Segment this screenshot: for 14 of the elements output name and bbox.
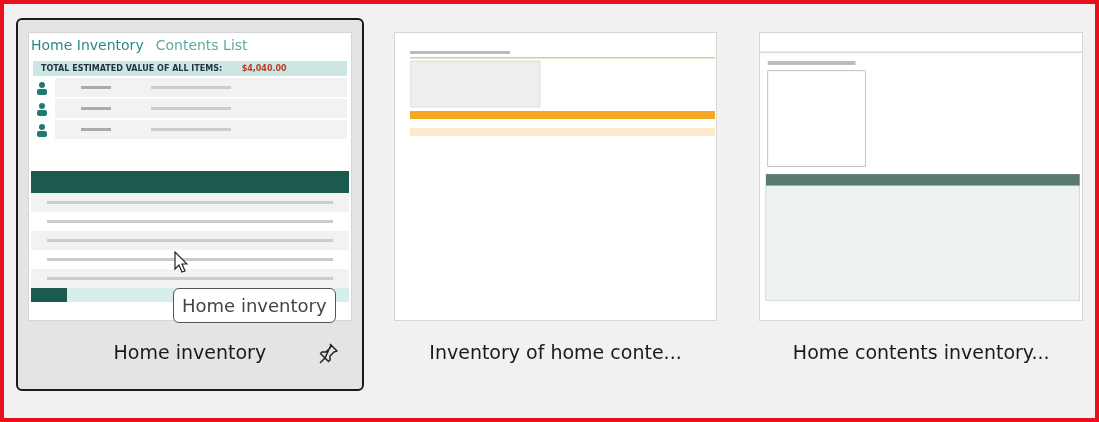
contact-icon [35,101,49,116]
contact-icon [35,122,49,137]
preview-heading: Home Inventory [31,37,144,53]
template-title: Home contents inventory... [792,341,1050,363]
total-value: $4,040.00 [241,64,287,73]
tooltip: Home inventory [173,288,336,323]
contact-icon [35,80,49,95]
template-card[interactable]: Home contents inventory... [747,18,1095,391]
template-title: Inventory of home conte... [429,341,682,363]
preview-subheading: Contents List [155,37,248,53]
template-title: Home inventory [113,341,267,363]
total-label: TOTAL ESTIMATED VALUE OF ALL ITEMS: [41,64,223,73]
mouse-cursor-icon [174,251,188,273]
template-card[interactable]: Inventory of home conte... [381,18,730,391]
